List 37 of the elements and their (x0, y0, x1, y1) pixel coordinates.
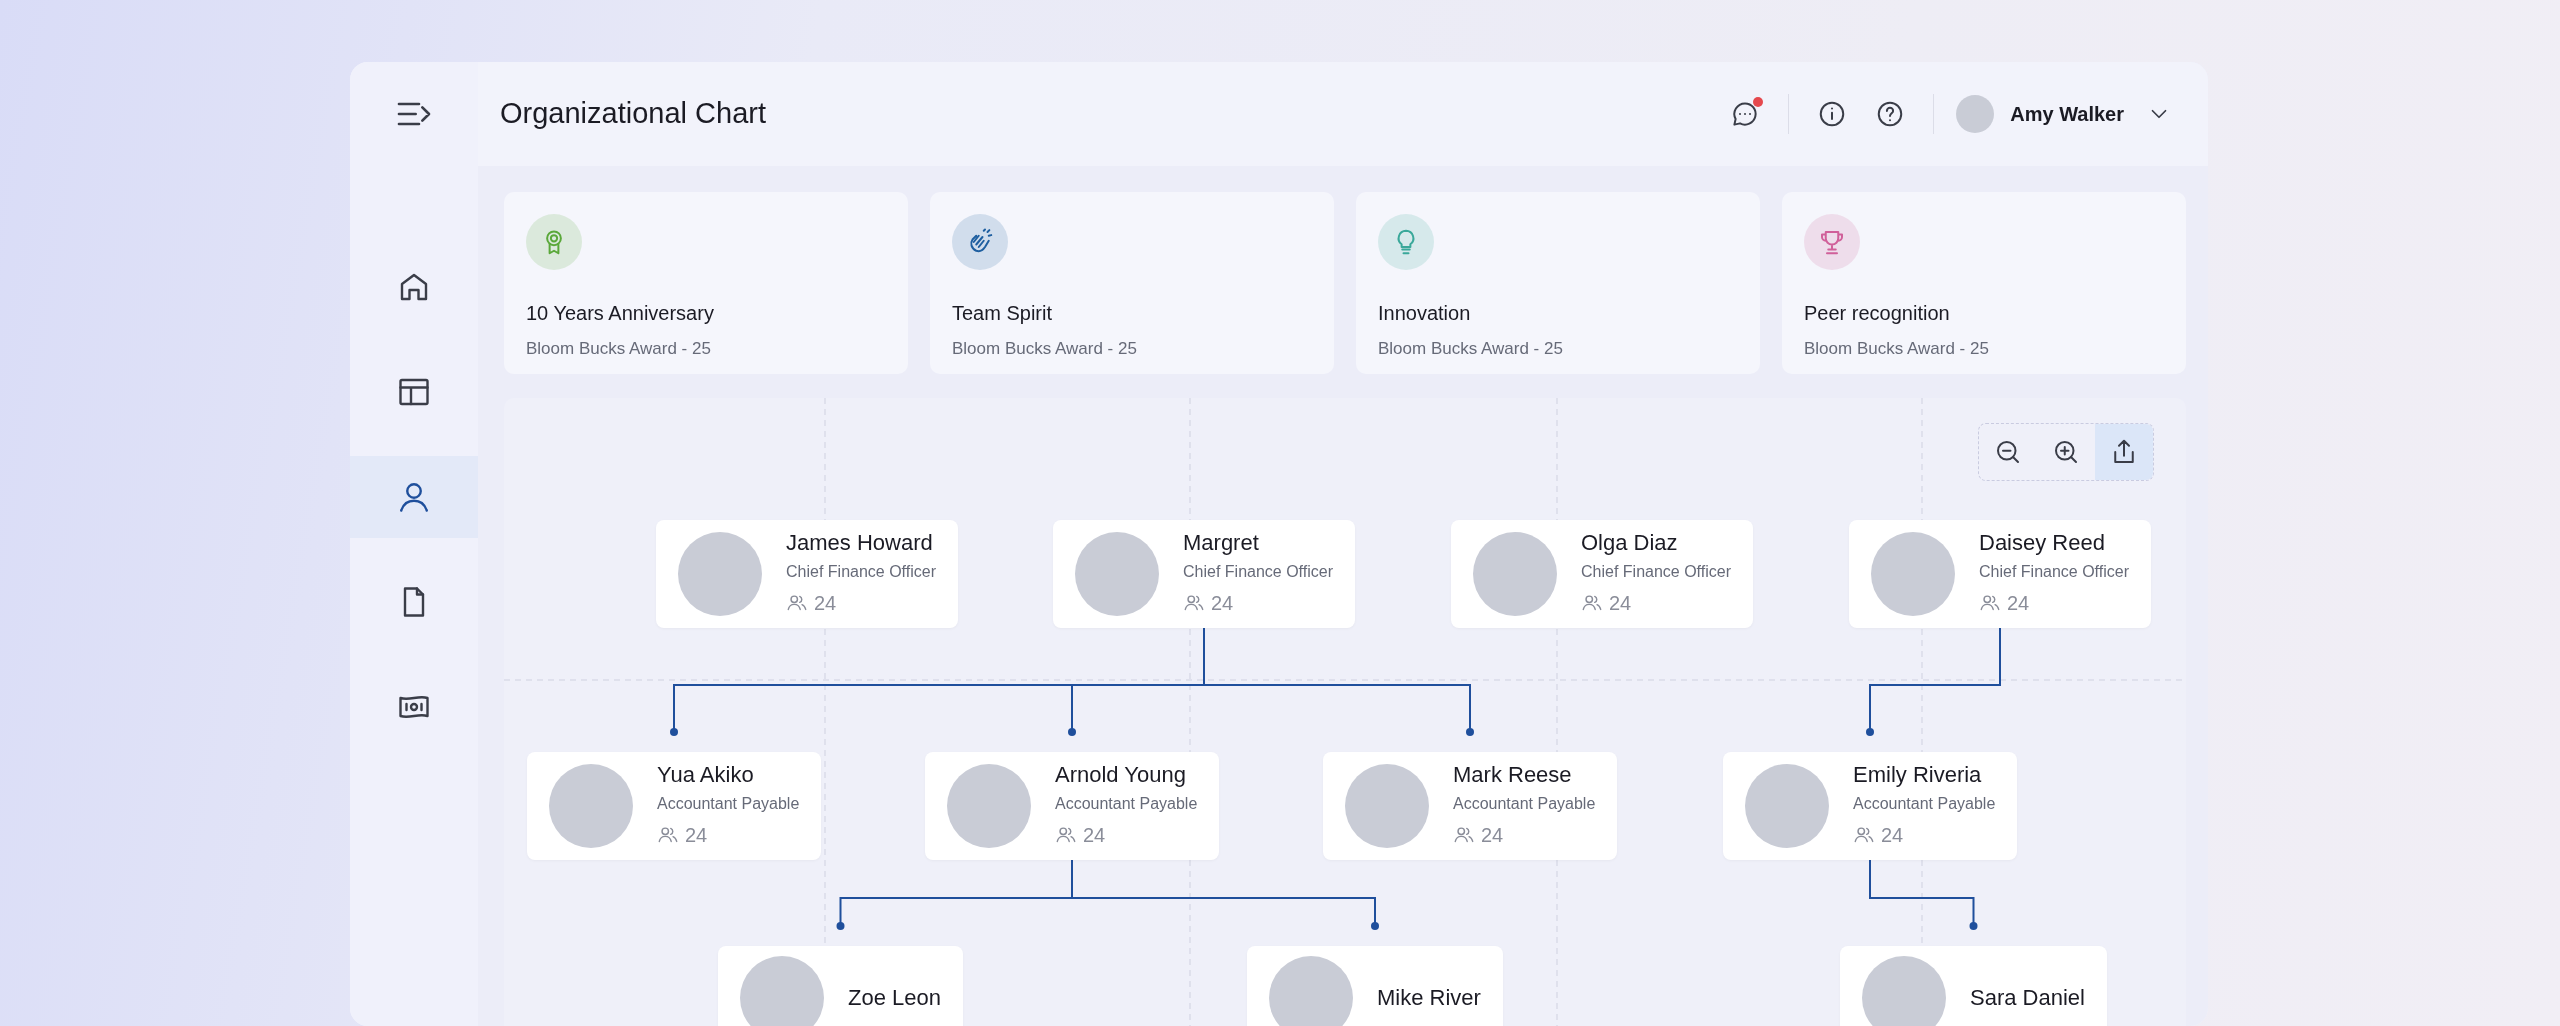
person-name: Mike River (1377, 984, 1481, 1012)
person-name: Emily Riveria (1853, 762, 1983, 789)
person-role: Accountant Payable (1453, 794, 1596, 815)
award-title: Team Spirit (952, 301, 1054, 326)
person-name: Yua Akiko (657, 762, 755, 789)
team-count: 24 (1083, 823, 1106, 849)
award-subtitle: Bloom Bucks Award - 25 (526, 338, 712, 360)
user-name: Amy Walker (2010, 102, 2124, 127)
person-role: Accountant Payable (1853, 794, 1996, 815)
person-name: Sara Daniel (1970, 984, 2085, 1012)
person-role: Chief Finance Officer (1183, 562, 1333, 583)
team-count: 24 (2007, 591, 2030, 617)
team-count: 24 (1609, 591, 1632, 617)
person-name: Margret (1183, 530, 1260, 557)
award-title: Peer recognition (1804, 301, 1951, 326)
award-title: 10 Years Anniversary (526, 301, 715, 326)
person-role: Chief Finance Officer (786, 562, 936, 583)
award-subtitle: Bloom Bucks Award - 25 (952, 338, 1138, 360)
person-role: Accountant Payable (657, 794, 800, 815)
person-name: Olga Diaz (1581, 530, 1679, 557)
person-name: Arnold Young (1055, 762, 1187, 789)
person-role: Accountant Payable (1055, 794, 1198, 815)
team-count: 24 (685, 823, 708, 849)
team-count: 24 (1211, 591, 1234, 617)
person-role: Chief Finance Officer (1979, 562, 2129, 583)
person-name: Zoe Leon (848, 984, 941, 1012)
award-title: Innovation (1378, 301, 1472, 326)
page-title: Organizational Chart (500, 96, 766, 132)
team-count: 24 (814, 591, 837, 617)
person-role: Chief Finance Officer (1581, 562, 1731, 583)
person-name: James Howard (786, 530, 934, 557)
team-count: 24 (1881, 823, 1904, 849)
team-count: 24 (1481, 823, 1504, 849)
person-name: Daisey Reed (1979, 530, 2106, 557)
person-name: Mark Reese (1453, 762, 1573, 789)
award-subtitle: Bloom Bucks Award - 25 (1804, 338, 1990, 360)
award-subtitle: Bloom Bucks Award - 25 (1378, 338, 1564, 360)
